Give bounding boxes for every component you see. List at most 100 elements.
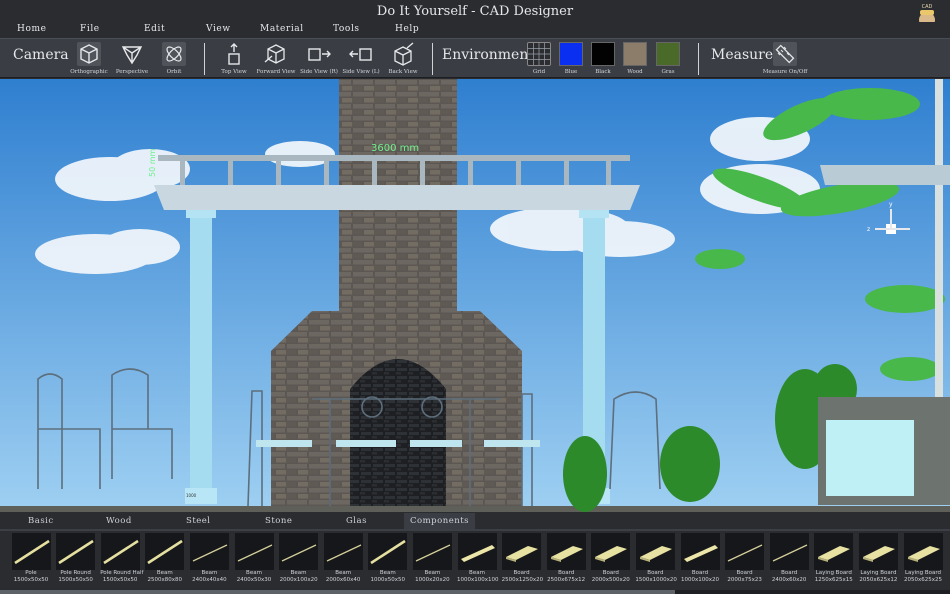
part-name: Beam [201, 570, 218, 576]
part-name: Board [781, 570, 798, 576]
part-dimensions: 2000x100x20 [279, 577, 318, 583]
gizmo-y-label: y [889, 201, 893, 208]
part-item[interactable]: Pole Round 1500x50x50 [56, 533, 96, 589]
part-item[interactable]: Board 2500x675x12 [546, 533, 586, 589]
perspective-button[interactable]: Perspective [109, 42, 155, 78]
part-item[interactable]: Laying Board 2050x625x25 [903, 533, 943, 589]
part-dimensions: 2050x625x12 [859, 577, 898, 583]
app-title: Do It Yourself - CAD Designer [376, 4, 574, 19]
tab-wood[interactable]: Wood [106, 513, 132, 529]
part-item[interactable]: Beam 2400x40x40 [189, 533, 229, 589]
gizmo-z-label: z [867, 226, 870, 233]
part-thumbnail [368, 533, 408, 570]
orbit-button[interactable]: Orbit [151, 42, 197, 78]
part-thumbnail [189, 533, 229, 570]
part-name: Beam [290, 570, 307, 576]
top-view-button[interactable]: Top View [211, 42, 257, 78]
back-view-button[interactable]: Back View [380, 42, 426, 78]
part-thumbnail [769, 533, 809, 570]
toolbar-divider [204, 43, 205, 75]
wood-swatch [623, 42, 647, 66]
part-dimensions: 1500x50x50 [58, 577, 93, 583]
orthographic-button[interactable]: Orthographic [66, 42, 112, 78]
forward-view-button[interactable]: Forward View [253, 42, 299, 78]
part-item[interactable]: Beam 1000x100x100 [457, 533, 499, 589]
part-dimensions: 2500x1250x20 [501, 577, 544, 583]
toolbar: Camera Orthographic Perspective Orbit To… [0, 38, 950, 78]
menu-material[interactable]: Material [260, 24, 304, 34]
part-item[interactable]: Board 2400x60x20 [769, 533, 809, 589]
menu-file[interactable]: File [80, 24, 100, 34]
part-dimensions: 1500x50x50 [13, 577, 49, 583]
part-dimensions: 2400x40x40 [192, 577, 227, 583]
part-name: Laying Board [860, 570, 897, 576]
part-thumbnail [903, 533, 943, 570]
part-thumbnail [457, 533, 497, 570]
part-item[interactable]: Board 2000x500x20 [591, 533, 631, 589]
part-dimensions: 2500x80x80 [147, 577, 183, 583]
forward-view-icon [264, 44, 285, 64]
menu-edit[interactable]: Edit [144, 24, 165, 34]
measure-toggle-button[interactable]: Measure On/Off [762, 42, 808, 78]
part-dimensions: 1000x50x50 [370, 577, 406, 583]
part-item[interactable]: Board 2500x1250x20 [501, 533, 544, 589]
part-thumbnail [546, 533, 586, 570]
part-dimensions: 2400x50x30 [236, 577, 272, 583]
tab-stone[interactable]: Stone [265, 513, 292, 529]
orbit-icon [162, 42, 186, 66]
part-item[interactable]: Beam 1000x50x50 [368, 533, 408, 589]
part-thumbnail [11, 533, 51, 570]
tab-steel[interactable]: Steel [186, 513, 211, 529]
toolbar-divider [698, 43, 699, 75]
part-name: Laying Board [815, 570, 852, 576]
part-item[interactable]: Laying Board 1250x625x15 [814, 533, 854, 589]
side-view-left-icon [349, 48, 372, 61]
tab-basic[interactable]: Basic [28, 513, 54, 529]
3d-viewport[interactable]: 1000 3600 mm 50 mm y z [0, 79, 950, 512]
scrollbar-thumb[interactable] [0, 590, 675, 594]
menu-view[interactable]: View [206, 24, 231, 34]
env-gras-button[interactable]: Gras [645, 42, 691, 78]
part-name: Board [691, 570, 709, 576]
part-name: Beam [379, 570, 396, 576]
perspective-label: Perspective [115, 69, 149, 75]
perspective-cube-icon [121, 46, 143, 65]
menu-tools[interactable]: Tools [333, 24, 360, 34]
tab-components[interactable]: Components [404, 513, 475, 529]
tab-glas[interactable]: Glas [346, 513, 367, 529]
material-tabs: Basic Wood Steel Stone Glas Components [0, 513, 950, 529]
part-name: Pole [25, 570, 37, 576]
part-name: Board [558, 570, 575, 576]
part-name: Beam [335, 570, 352, 576]
part-item[interactable]: Board 1500x1000x20 [635, 533, 677, 589]
part-item[interactable]: Beam 1000x20x20 [412, 533, 452, 589]
part-item[interactable]: Board 2000x75x23 [725, 533, 765, 589]
back-view-icon [394, 42, 414, 66]
measure-toggle-label: Measure On/Off [762, 69, 808, 75]
part-name: Board [736, 570, 753, 576]
part-item[interactable]: Pole 1500x50x50 [11, 533, 51, 589]
cabinet-window [826, 420, 914, 496]
part-thumbnail [725, 533, 765, 570]
part-item[interactable]: Beam 2000x60x40 [323, 533, 363, 589]
orthographic-label: Orthographic [70, 69, 108, 75]
part-item[interactable]: Pole Round Half 1500x50x50 [100, 533, 143, 589]
side-view-r-button[interactable]: Side View (R) [296, 42, 342, 78]
parts-palette: Pole 1500x50x50 Pole Round 1500x50x50 Pole R… [0, 529, 950, 594]
part-item[interactable]: Beam 2000x100x20 [279, 533, 319, 589]
menu-home[interactable]: Home [17, 24, 47, 34]
fireplace-opening [350, 359, 446, 506]
part-item[interactable]: Laying Board 2050x625x12 [858, 533, 898, 589]
part-name: Pole Round [60, 570, 91, 576]
side-view-right-icon [308, 48, 331, 61]
part-item[interactable]: Beam 2400x50x30 [234, 533, 274, 589]
part-item[interactable]: Board 1000x100x20 [680, 533, 720, 589]
part-thumbnail [858, 533, 898, 570]
camera-group-label: Camera [13, 47, 69, 63]
menu-help[interactable]: Help [395, 24, 419, 34]
part-dimensions: 1500x50x50 [102, 577, 138, 583]
side-view-l-button[interactable]: Side View (L) [338, 42, 384, 78]
part-item[interactable]: Beam 2500x80x80 [145, 533, 185, 589]
parts-scrollbar[interactable] [0, 590, 950, 594]
part-thumbnail [635, 533, 675, 570]
